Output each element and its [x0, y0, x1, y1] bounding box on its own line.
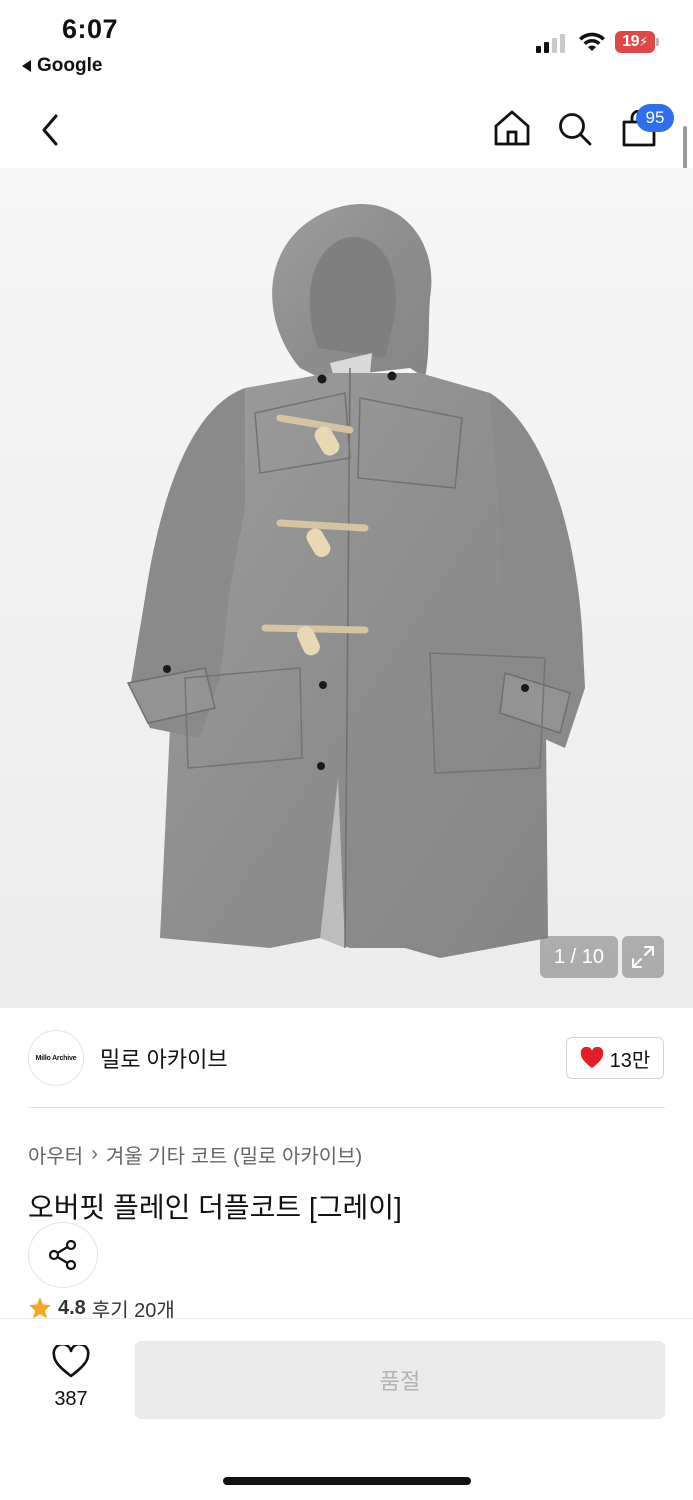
sold-out-button[interactable]: 품절 [135, 1341, 665, 1419]
expand-arrows-icon [632, 946, 654, 968]
product-title: 오버핏 플레인 더플코트 [그레이] [28, 1192, 402, 1223]
breadcrumb-category[interactable]: 아우터 [28, 1140, 83, 1169]
battery-level: 19 [622, 33, 640, 50]
back-app-label: Google [37, 55, 103, 76]
heart-outline-icon [52, 1342, 90, 1378]
seller-name[interactable]: 밀로 아카이브 [100, 1042, 228, 1074]
seller-like-button[interactable]: 13만 [566, 1037, 664, 1079]
wishlist-button[interactable]: 387 [36, 1342, 106, 1411]
rating-score: 4.8 [58, 1298, 86, 1318]
cellular-signal-icon [536, 34, 565, 53]
share-icon [48, 1239, 77, 1271]
bottom-action-bar: 387 품절 [0, 1318, 693, 1500]
seller-logo[interactable]: Millo Archive [28, 1030, 84, 1086]
back-to-app-link[interactable]: Google [22, 55, 102, 77]
home-indicator[interactable] [223, 1477, 471, 1485]
expand-image-button[interactable] [622, 936, 664, 978]
share-button[interactable] [28, 1222, 98, 1288]
seller-row: Millo Archive 밀로 아카이브 13만 [0, 1008, 693, 1108]
clock: 6:07 [62, 14, 119, 44]
status-bar: 6:07 Google 19 ⚡ [0, 0, 693, 80]
image-counter: 1 / 10 [540, 936, 618, 978]
battery-icon: 19 ⚡ [615, 31, 659, 53]
search-icon[interactable] [556, 110, 594, 148]
wishlist-count: 387 [54, 1388, 88, 1410]
breadcrumb: 아우터 › 겨울 기타 코트 (밀로 아카이브) [28, 1140, 362, 1169]
star-icon [29, 1298, 51, 1318]
review-count: 후기 20개 [91, 1299, 175, 1319]
wifi-icon [579, 32, 605, 51]
chevron-right-icon: › [91, 1143, 98, 1165]
breadcrumb-subcategory[interactable]: 겨울 기타 코트 (밀로 아카이브) [106, 1140, 362, 1169]
divider [28, 1107, 665, 1108]
top-navigation: 95 [0, 92, 693, 168]
heart-filled-icon [580, 1047, 603, 1068]
seller-like-count: 13만 [609, 1049, 651, 1072]
back-chevron-icon[interactable] [34, 110, 68, 150]
rating-summary[interactable]: 4.8 후기 20개 [28, 1298, 175, 1318]
cart-count-badge: 95 [636, 104, 674, 132]
home-icon[interactable] [492, 108, 532, 148]
product-image-gallery[interactable]: 1 / 10 [0, 168, 693, 1008]
product-photo-duffle-coat [126, 204, 585, 958]
seller-logo-text: Millo Archive [35, 1054, 77, 1062]
back-triangle-icon [22, 60, 31, 72]
